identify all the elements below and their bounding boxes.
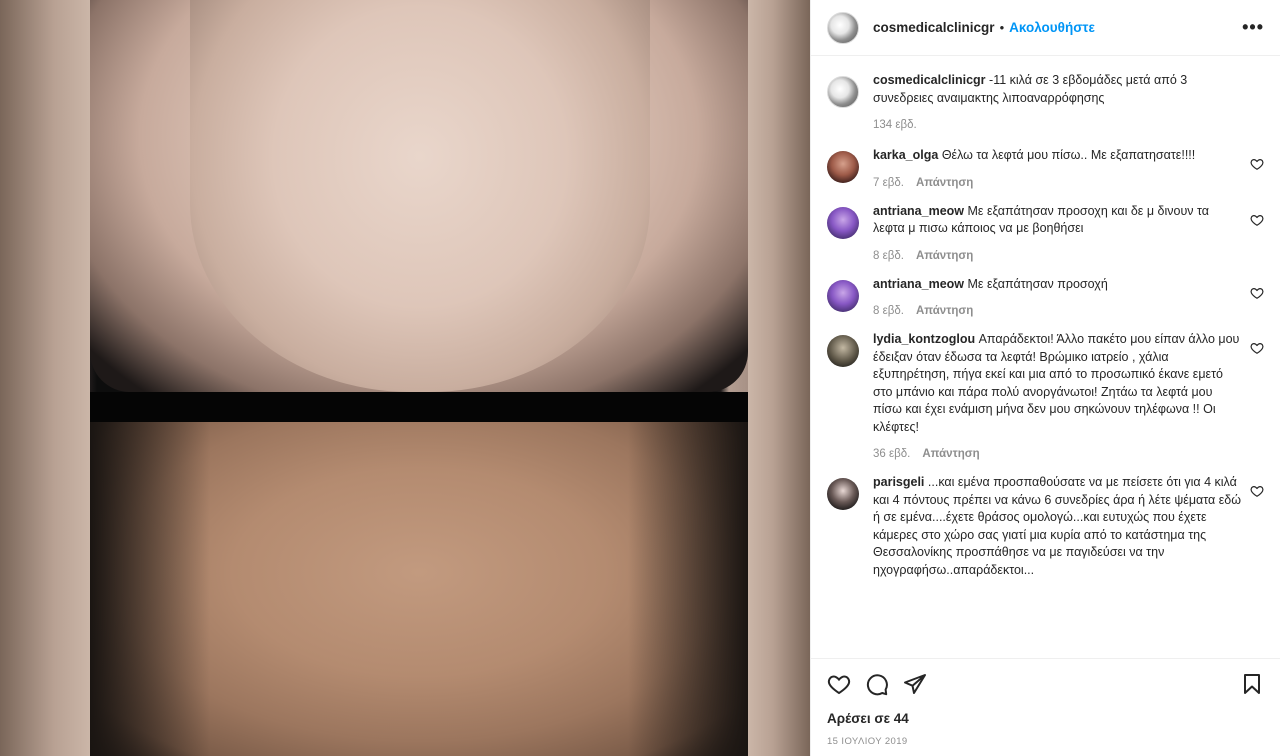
comment-item: parisgeli ...και εμένα προσπαθούσατε να … <box>827 474 1264 579</box>
likes-count[interactable]: Αρέσει σε 44 <box>827 711 1264 726</box>
owner-avatar[interactable] <box>827 11 859 44</box>
comment-text-line: karka_olga Θέλω τα λεφτά μου πίσω.. Με ε… <box>873 147 1242 165</box>
caption-avatar[interactable] <box>827 76 859 108</box>
before-photo <box>90 0 748 392</box>
comment-body: karka_olga Θέλω τα λεφτά μου πίσω.. Με ε… <box>873 147 1264 189</box>
comment-username[interactable]: antriana_meow <box>873 204 964 218</box>
instagram-post-modal: cosmedicalclinicgr • Ακολουθήστε ••• cos… <box>0 0 1280 756</box>
comment-text: Απαράδεκτοι! Άλλο πακέτο μου είπαν άλλο … <box>873 332 1240 434</box>
comment-body: parisgeli ...και εμένα προσπαθούσατε να … <box>873 474 1264 579</box>
comment-text-line: parisgeli ...και εμένα προσπαθούσατε να … <box>873 474 1242 579</box>
caption-username[interactable]: cosmedicalclinicgr <box>873 73 986 87</box>
comment-text: Με εξαπάτησαν προσοχή <box>967 276 1108 291</box>
before-torso <box>190 0 650 392</box>
commenter-avatar[interactable] <box>827 279 859 312</box>
comments-list[interactable]: cosmedicalclinicgr -11 κιλά σε 3 εβδομάδ… <box>811 56 1280 658</box>
comment-body: lydia_kontzoglou Απαράδεκτοι! Άλλο πακέτ… <box>873 331 1264 460</box>
more-options-icon[interactable]: ••• <box>1242 17 1264 38</box>
action-bar <box>827 659 1264 709</box>
comment-text-line: antriana_meow Με εξαπάτησαν προσοχή <box>873 276 1242 294</box>
comment-username[interactable]: parisgeli <box>873 475 924 489</box>
comment-time[interactable]: 8 εβδ. <box>873 250 904 262</box>
reply-button[interactable]: Απάντηση <box>916 305 973 317</box>
image-blur-left <box>0 0 90 756</box>
comment-meta: 8 εβδ. Απάντηση <box>873 250 1242 262</box>
owner-username[interactable]: cosmedicalclinicgr <box>873 20 995 35</box>
comment-body: antriana_meow Με εξαπάτησαν προσοχη και … <box>873 203 1264 262</box>
comment-text-line: lydia_kontzoglou Απαράδεκτοι! Άλλο πακέτ… <box>873 331 1242 436</box>
comment-like-heart-icon[interactable] <box>1250 341 1264 355</box>
comment-text: Θέλω τα λεφτά μου πίσω.. Με εξαπατησατε!… <box>941 148 1196 162</box>
comment-like-heart-icon[interactable] <box>1250 213 1264 227</box>
post-image[interactable] <box>0 0 810 756</box>
reply-button[interactable]: Απάντηση <box>922 448 979 460</box>
photo-divider <box>90 392 748 422</box>
comment-text: ...και εμένα προσπαθούσατε να με πείσετε… <box>873 475 1242 577</box>
comment-like-heart-icon[interactable] <box>1250 157 1264 171</box>
commenter-avatar[interactable] <box>827 478 859 510</box>
bookmark-icon[interactable] <box>1240 672 1264 696</box>
comment-username[interactable]: karka_olga <box>873 148 938 162</box>
comment-body: antriana_meow Με εξαπάτησαν προσοχή 8 εβ… <box>873 276 1264 318</box>
comment-meta: 7 εβδ. Απάντηση <box>873 177 1242 189</box>
post-header: cosmedicalclinicgr • Ακολουθήστε ••• <box>811 0 1280 56</box>
comment-item: antriana_meow Με εξαπάτησαν προσοχη και … <box>827 203 1264 262</box>
image-blur-right <box>748 0 810 756</box>
comment-time[interactable]: 8 εβδ. <box>873 305 904 317</box>
caption-text-line: cosmedicalclinicgr -11 κιλά σε 3 εβδομάδ… <box>873 72 1242 107</box>
post-date[interactable]: 15 ΙΟΥΛΙΟΥ 2019 <box>827 736 1264 747</box>
comment-meta: 8 εβδ. Απάντηση <box>873 305 1242 317</box>
header-separator-dot: • <box>999 20 1005 35</box>
comment-item: antriana_meow Με εξαπάτησαν προσοχή 8 εβ… <box>827 276 1264 318</box>
after-photo <box>90 422 748 756</box>
heart-icon[interactable] <box>827 672 851 696</box>
comment-username[interactable]: antriana_meow <box>873 277 964 291</box>
caption-body: cosmedicalclinicgr -11 κιλά σε 3 εβδομάδ… <box>873 72 1264 131</box>
caption-meta: 134 εβδ. <box>873 119 1242 131</box>
comment-like-heart-icon[interactable] <box>1250 286 1264 300</box>
share-icon[interactable] <box>903 672 927 696</box>
post-caption: cosmedicalclinicgr -11 κιλά σε 3 εβδομάδ… <box>827 72 1264 131</box>
comment-item: karka_olga Θέλω τα λεφτά μου πίσω.. Με ε… <box>827 147 1264 189</box>
post-footer: Αρέσει σε 44 15 ΙΟΥΛΙΟΥ 2019 <box>811 658 1280 756</box>
commenter-avatar[interactable] <box>827 151 859 183</box>
comment-item: lydia_kontzoglou Απαράδεκτοι! Άλλο πακέτ… <box>827 331 1264 460</box>
reply-button[interactable]: Απάντηση <box>916 177 973 189</box>
after-shade-left <box>90 422 210 756</box>
comment-username[interactable]: lydia_kontzoglou <box>873 332 975 346</box>
after-shade-right <box>628 422 748 756</box>
comment-time[interactable]: 7 εβδ. <box>873 177 904 189</box>
post-side-panel: cosmedicalclinicgr • Ακολουθήστε ••• cos… <box>810 0 1280 756</box>
comment-icon[interactable] <box>865 672 889 696</box>
comment-meta: 36 εβδ. Απάντηση <box>873 448 1242 460</box>
comment-text-line: antriana_meow Με εξαπάτησαν προσοχη και … <box>873 203 1242 238</box>
commenter-avatar[interactable] <box>827 206 859 239</box>
comment-time[interactable]: 36 εβδ. <box>873 448 910 460</box>
follow-button[interactable]: Ακολουθήστε <box>1009 20 1095 35</box>
commenter-avatar[interactable] <box>827 335 859 367</box>
comment-like-heart-icon[interactable] <box>1250 484 1264 498</box>
caption-time[interactable]: 134 εβδ. <box>873 119 917 131</box>
reply-button[interactable]: Απάντηση <box>916 250 973 262</box>
